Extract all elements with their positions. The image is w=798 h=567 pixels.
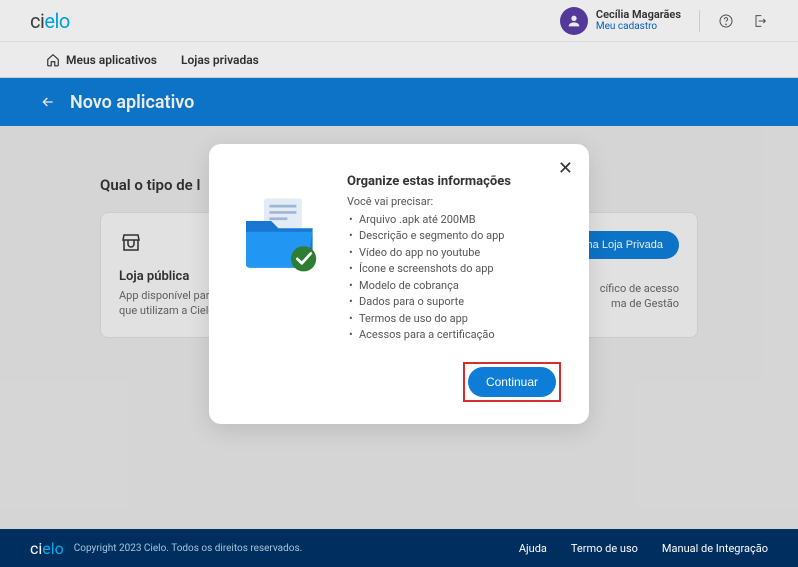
modal-text: Organize estas informações Você vai prec… [347, 174, 561, 344]
modal-list-item: Descrição e segmento do app [349, 228, 561, 245]
footer-left: cielo Copyright 2023 Cielo. Todos os dir… [30, 539, 302, 558]
modal-list-item: Arquivo .apk até 200MB [349, 212, 561, 229]
modal-list-item: Modelo de cobrança [349, 278, 561, 295]
modal-subtitle: Você vai precisar: [347, 195, 561, 208]
modal-title: Organize estas informações [347, 174, 561, 189]
modal-list-item: Vídeo do app no youtube [349, 245, 561, 262]
modal-list-item: Acessos para a certificação [349, 327, 561, 344]
footer-link-help[interactable]: Ajuda [519, 542, 547, 555]
continue-button[interactable]: Continuar [468, 367, 556, 397]
modal-body: Organize estas informações Você vai prec… [237, 174, 561, 344]
modal-overlay: ✕ Organize estas informações Você vai pr… [0, 0, 798, 567]
footer: cielo Copyright 2023 Cielo. Todos os dir… [0, 529, 798, 567]
modal-list-item: Termos de uso do app [349, 311, 561, 328]
footer-logo: cielo [30, 539, 64, 558]
modal-list: Arquivo .apk até 200MB Descrição e segme… [347, 212, 561, 344]
modal-list-item: Dados para o suporte [349, 294, 561, 311]
folder-illustration [237, 194, 327, 279]
modal-list-item: Ícone e screenshots do app [349, 261, 561, 278]
footer-copyright: Copyright 2023 Cielo. Todos os direitos … [74, 543, 303, 554]
footer-logo-ci: ci [30, 539, 42, 558]
footer-links: Ajuda Termo de uso Manual de Integração [519, 542, 768, 555]
modal-footer: Continuar [237, 362, 561, 402]
modal: ✕ Organize estas informações Você vai pr… [209, 144, 589, 424]
footer-link-terms[interactable]: Termo de uso [571, 542, 638, 555]
close-button[interactable]: ✕ [558, 158, 573, 179]
footer-logo-elo: elo [42, 539, 64, 558]
footer-link-manual[interactable]: Manual de Integração [662, 542, 768, 555]
continue-highlight: Continuar [463, 362, 561, 402]
